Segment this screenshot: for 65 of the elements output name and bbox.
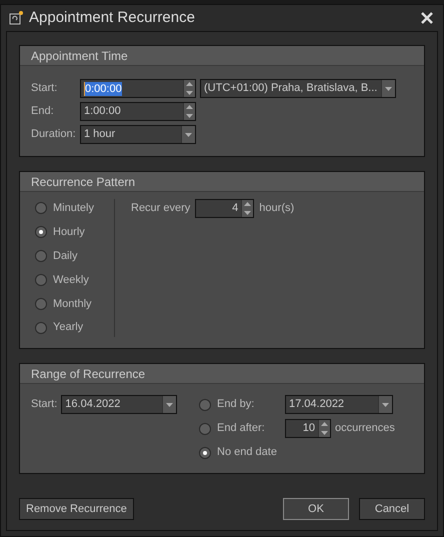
up-arrow-icon bbox=[244, 202, 252, 206]
up-arrow-icon bbox=[186, 105, 193, 110]
close-icon bbox=[421, 12, 433, 24]
down-arrow-icon bbox=[321, 430, 328, 435]
group-title: Appointment Time bbox=[31, 48, 128, 64]
radio-label: Minutely bbox=[53, 201, 94, 216]
field-value: 4 bbox=[232, 201, 238, 216]
radio-label: End by: bbox=[217, 397, 256, 412]
window-title: Appointment Recurrence bbox=[29, 8, 196, 28]
dropdown-button[interactable] bbox=[381, 80, 395, 97]
radio-button[interactable] bbox=[199, 398, 211, 410]
field-label: Recur every bbox=[131, 201, 190, 216]
unit-label: occurrences bbox=[335, 421, 395, 436]
field-value: 0:00:00 bbox=[84, 82, 122, 96]
down-arrow-icon bbox=[244, 210, 252, 215]
radio-label: No end date bbox=[217, 445, 278, 460]
close-button[interactable] bbox=[419, 10, 435, 26]
radio-label: End after: bbox=[217, 421, 266, 436]
dropdown-field[interactable]: 1 hour bbox=[80, 125, 196, 144]
field-label: Duration: bbox=[31, 127, 76, 142]
radio-label: Yearly bbox=[53, 320, 84, 336]
field-value: (UTC+01:00) Praha, Bratislava, B... bbox=[203, 81, 378, 96]
radio-button[interactable] bbox=[35, 274, 47, 286]
down-arrow-icon bbox=[186, 114, 193, 118]
radio-button[interactable] bbox=[199, 446, 211, 458]
group-title: Range of Recurrence bbox=[31, 366, 146, 382]
down-arrow-icon bbox=[382, 402, 389, 406]
dropdown-button[interactable] bbox=[162, 396, 176, 413]
field-label: End: bbox=[31, 104, 55, 120]
field-label: Start: bbox=[31, 81, 58, 96]
dialog-button[interactable]: Remove Recurrence bbox=[19, 498, 134, 520]
down-arrow-icon bbox=[166, 402, 174, 406]
field-value: 10 bbox=[302, 421, 315, 436]
dialog-button[interactable]: OK bbox=[283, 498, 349, 520]
spin-down-button[interactable] bbox=[242, 208, 254, 217]
up-arrow-icon bbox=[186, 82, 193, 86]
dropdown-button[interactable] bbox=[378, 396, 392, 413]
radio-label: Monthly bbox=[53, 296, 92, 312]
down-arrow-icon bbox=[185, 132, 192, 136]
radio-button[interactable] bbox=[35, 298, 47, 310]
radio-button[interactable] bbox=[35, 250, 47, 262]
down-arrow-icon bbox=[385, 86, 392, 90]
field-label: Start: bbox=[31, 397, 58, 412]
radio-button[interactable] bbox=[199, 422, 211, 434]
radio-label: Daily bbox=[53, 248, 78, 264]
field-value: 1 hour bbox=[83, 127, 116, 142]
radio-button[interactable] bbox=[35, 202, 47, 214]
unit-label: hour(s) bbox=[259, 201, 294, 216]
dropdown-field[interactable]: 17.04.2022 bbox=[285, 395, 393, 414]
group-title: Recurrence Pattern bbox=[31, 174, 136, 190]
radio-button[interactable] bbox=[35, 226, 47, 238]
down-arrow-icon bbox=[186, 90, 193, 95]
radio-button[interactable] bbox=[35, 322, 47, 334]
field-value: 16.04.2022 bbox=[64, 397, 122, 412]
up-arrow-icon bbox=[321, 422, 328, 426]
dialog-button[interactable]: Cancel bbox=[359, 498, 425, 520]
radio-label: Weekly bbox=[53, 272, 89, 288]
field-value: 1:00:00 bbox=[84, 104, 121, 120]
field-value: 17.04.2022 bbox=[288, 397, 346, 412]
dropdown-field[interactable]: 16.04.2022 bbox=[61, 395, 178, 414]
spin-field[interactable]: 4 bbox=[195, 199, 254, 218]
dropdown-field[interactable]: (UTC+01:00) Praha, Bratislava, B... bbox=[200, 79, 396, 98]
dropdown-button[interactable] bbox=[181, 126, 195, 143]
spin-up-button[interactable] bbox=[242, 200, 254, 208]
radio-label: Hourly bbox=[53, 224, 85, 240]
